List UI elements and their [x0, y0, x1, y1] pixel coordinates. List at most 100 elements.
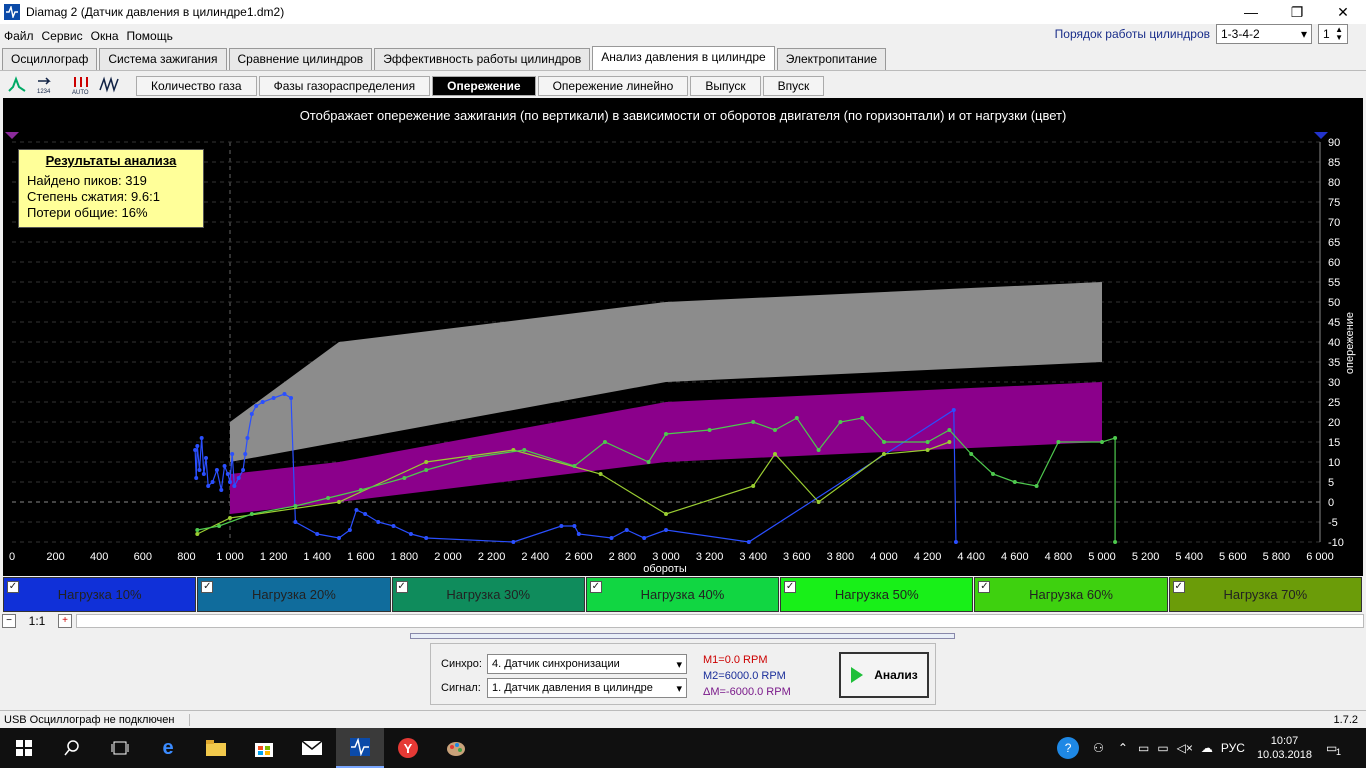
data-point	[214, 468, 219, 472]
x-tick-label: 1 400	[303, 551, 331, 563]
data-point	[991, 472, 995, 476]
load-toggle-7[interactable]: ✓ Нагрузка 70%	[1168, 577, 1362, 612]
pressure-icon[interactable]	[6, 74, 28, 96]
tab-cylinder-compare[interactable]: Сравнение цилиндров	[228, 48, 373, 70]
network-icon[interactable]: ▭	[1138, 741, 1149, 755]
y-tick-label: 80	[1328, 177, 1340, 189]
people-icon[interactable]: ⚇	[1093, 741, 1104, 755]
data-point	[254, 404, 259, 408]
signal-value: 1. Датчик давления в цилиндре	[492, 682, 653, 694]
results-title: Результаты анализа	[45, 153, 177, 168]
close-icon[interactable]: ✕	[1320, 0, 1366, 24]
numbers-1234-icon[interactable]: 1234	[34, 74, 56, 96]
load-checkbox[interactable]: ✓	[1172, 581, 1185, 593]
cylinder-spinner[interactable]: 1 ▲ ▼	[1318, 24, 1348, 44]
data-point	[363, 512, 368, 516]
spin-icon: ▲ ▼	[1335, 25, 1343, 42]
load-checkbox[interactable]: ✓	[201, 581, 214, 593]
x-tick-label: 4 200	[914, 551, 942, 563]
peaks-icon[interactable]	[98, 74, 120, 96]
help-icon[interactable]: ?	[1057, 737, 1080, 759]
menu-file[interactable]: Файл	[0, 29, 38, 43]
sync-select[interactable]: 4. Датчик синхронизации ▾	[487, 654, 687, 674]
zoom-out-icon[interactable]: −	[2, 614, 16, 628]
chevron-up-icon[interactable]: ⌃	[1118, 741, 1128, 755]
load-toggle-2[interactable]: ✓ Нагрузка 20%	[197, 577, 391, 612]
mail-icon[interactable]	[288, 728, 336, 768]
data-point	[195, 444, 200, 448]
data-point	[315, 532, 320, 536]
chevron-down-icon: ▾	[676, 658, 682, 671]
y-tick-label: 55	[1328, 277, 1340, 289]
tab-oscilloscope[interactable]: Осциллограф	[2, 48, 98, 70]
subtab-intake[interactable]: Впуск	[762, 76, 825, 96]
tab-cylinder-efficiency[interactable]: Эффективность работы цилиндров	[374, 48, 591, 70]
sync-row: Синхро: 4. Датчик синхронизации ▾	[441, 654, 687, 674]
edge-browser-icon[interactable]: e	[144, 728, 192, 768]
diamag-app-icon[interactable]	[336, 728, 384, 768]
data-point	[602, 440, 607, 444]
marker-m1-icon[interactable]	[5, 132, 19, 139]
task-view-icon[interactable]	[96, 728, 144, 768]
cylinder-order-select[interactable]: 1-3-4-2 ▾	[1216, 24, 1312, 44]
load-checkbox[interactable]: ✓	[589, 581, 602, 593]
y-tick-label: 0	[1328, 497, 1334, 509]
windows-start-icon[interactable]	[0, 728, 48, 768]
maximize-icon[interactable]: ❐	[1274, 0, 1320, 24]
splitter[interactable]	[410, 633, 955, 639]
load-toggle-5[interactable]: ✓ Нагрузка 50%	[780, 577, 974, 612]
analyze-button[interactable]: Анализ	[839, 652, 929, 698]
load-checkbox[interactable]: ✓	[7, 581, 19, 593]
volume-icon[interactable]: ◁×	[1177, 741, 1193, 755]
y-tick-label: -5	[1328, 517, 1338, 529]
y-axis-label: опережение	[1344, 312, 1356, 374]
load-toggle-6[interactable]: ✓ Нагрузка 60%	[974, 577, 1168, 612]
load-toggle-3[interactable]: ✓ Нагрузка 30%	[391, 577, 585, 612]
data-point	[402, 476, 407, 480]
load-toggle-1[interactable]: ✓ Нагрузка 10%	[3, 577, 197, 612]
tab-ignition[interactable]: Система зажигания	[99, 48, 227, 70]
data-point	[199, 436, 204, 440]
data-point	[210, 480, 215, 484]
yandex-browser-icon[interactable]: Y	[384, 728, 432, 768]
data-point	[201, 472, 206, 476]
marker-m2-icon[interactable]	[1314, 132, 1328, 139]
subtab-valve-timing[interactable]: Фазы газораспределения	[258, 76, 431, 96]
menu-help[interactable]: Помощь	[123, 29, 177, 43]
data-point	[624, 528, 629, 532]
data-point	[882, 452, 886, 456]
x-tick-label: 4 400	[957, 551, 985, 563]
clock[interactable]: 10:07 10.03.2018	[1257, 734, 1312, 762]
monitor-icon[interactable]: ▭	[1157, 741, 1168, 755]
paint-icon[interactable]	[432, 728, 480, 768]
horizontal-scrollbar[interactable]	[76, 614, 1364, 628]
load-checkbox[interactable]: ✓	[395, 581, 408, 593]
app-icon	[4, 4, 20, 20]
load-checkbox[interactable]: ✓	[784, 581, 797, 593]
menu-windows[interactable]: Окна	[87, 29, 123, 43]
subtab-gas-amount[interactable]: Количество газа	[136, 76, 257, 96]
language-indicator[interactable]: РУС	[1221, 741, 1245, 755]
signal-select[interactable]: 1. Датчик давления в цилиндре ▾	[487, 678, 687, 698]
file-explorer-icon[interactable]	[192, 728, 240, 768]
zoom-in-icon[interactable]: +	[58, 614, 72, 628]
tab-pressure-analysis[interactable]: Анализ давления в цилиндре	[592, 46, 775, 70]
data-point	[947, 428, 952, 432]
subtab-advance[interactable]: Опережение	[432, 76, 536, 96]
results-losses: Потери общие: 16%	[27, 205, 148, 220]
menu-service[interactable]: Сервис	[38, 29, 87, 43]
tab-power[interactable]: Электропитание	[776, 48, 887, 70]
store-icon[interactable]	[240, 728, 288, 768]
subtab-exhaust[interactable]: Выпуск	[690, 76, 761, 96]
advance-chart[interactable]: Отображает опережение зажигания (по верт…	[3, 98, 1363, 576]
subtab-advance-linear[interactable]: Опережение линейно	[537, 76, 689, 96]
auto-icon[interactable]: AUTO	[70, 74, 92, 96]
load-toggle-4[interactable]: ✓ Нагрузка 40%	[585, 577, 780, 612]
data-point	[337, 536, 341, 540]
search-icon[interactable]	[48, 728, 96, 768]
minimize-icon[interactable]: —	[1228, 0, 1274, 24]
load-checkbox[interactable]: ✓	[978, 581, 991, 593]
notifications-icon[interactable]: ▭ 1	[1326, 741, 1366, 757]
marker-m1: M1=0.0 RPM	[703, 654, 768, 666]
weather-icon[interactable]: ☁	[1201, 741, 1213, 755]
